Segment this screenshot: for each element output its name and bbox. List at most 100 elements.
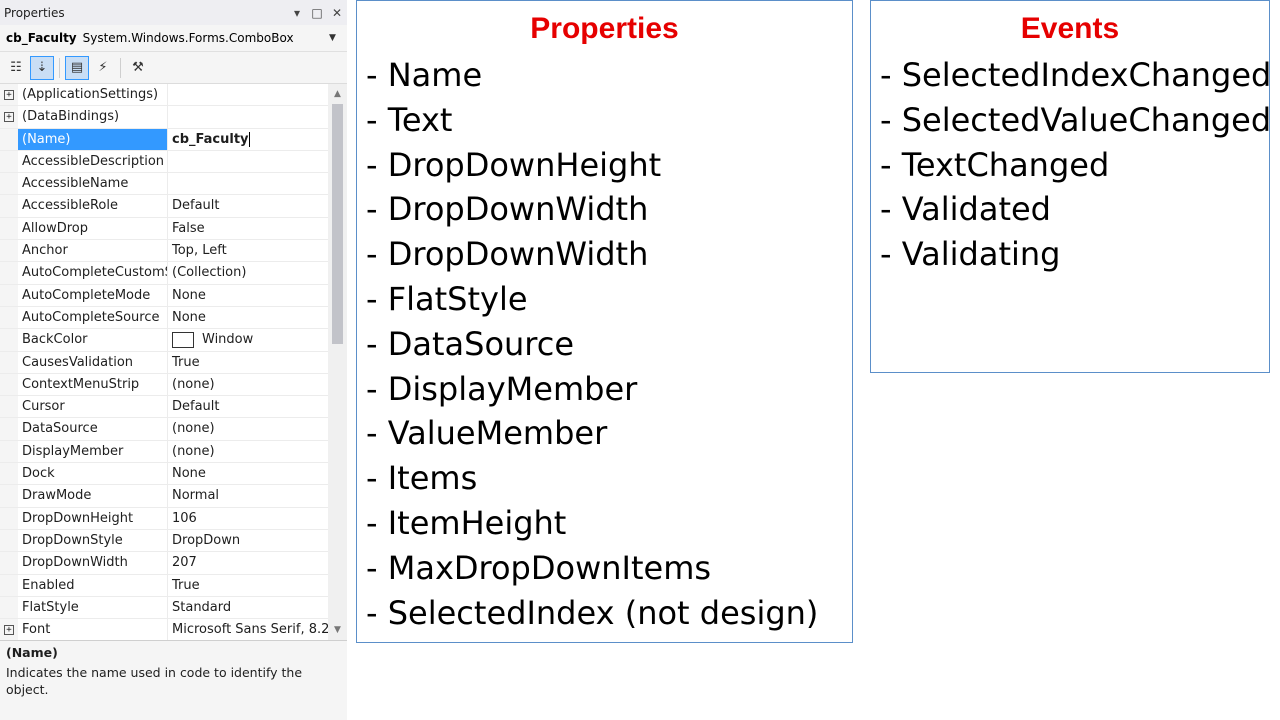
categorized-icon[interactable]: ☷ bbox=[4, 56, 28, 80]
property-row[interactable]: AutoCompleteCustomSource(Collection) bbox=[0, 262, 328, 285]
property-value[interactable]: Window bbox=[168, 329, 328, 350]
property-row[interactable]: AllowDrop False bbox=[0, 217, 328, 241]
property-row[interactable]: AccessibleRole Default bbox=[0, 195, 328, 218]
row-gutter bbox=[0, 284, 18, 306]
properties-icon[interactable]: ▤ bbox=[65, 55, 89, 80]
property-row[interactable]: CausesValidation True bbox=[0, 351, 328, 374]
property-row[interactable]: + (ApplicationSettings) bbox=[0, 84, 328, 107]
property-row[interactable]: ContextMenuStrip (none) bbox=[0, 373, 328, 397]
property-name[interactable]: Enabled bbox=[18, 574, 168, 596]
property-value[interactable]: Standard bbox=[168, 597, 328, 618]
property-name[interactable]: DrawMode bbox=[18, 485, 168, 507]
expand-icon[interactable]: + bbox=[4, 111, 14, 122]
property-row[interactable]: Anchor Top, Left bbox=[0, 240, 328, 263]
property-name[interactable]: FlatStyle bbox=[18, 596, 168, 619]
property-name[interactable]: AutoCompleteCustomSource bbox=[18, 262, 168, 284]
property-row[interactable]: AccessibleDescription bbox=[0, 150, 328, 174]
property-row[interactable]: DrawMode Normal bbox=[0, 485, 328, 508]
property-row[interactable]: AutoCompleteSource None bbox=[0, 306, 328, 330]
maximize-icon[interactable]: □ bbox=[307, 6, 327, 20]
property-value[interactable]: True bbox=[168, 352, 328, 373]
property-value[interactable]: None bbox=[168, 285, 328, 306]
property-name[interactable]: AccessibleName bbox=[18, 173, 168, 195]
property-value[interactable]: (Collection) bbox=[168, 262, 328, 283]
property-row[interactable]: BackColor Window bbox=[0, 329, 328, 352]
scrollbar-thumb[interactable] bbox=[332, 104, 343, 344]
property-name[interactable]: CausesValidation bbox=[18, 351, 168, 373]
property-value[interactable]: None bbox=[168, 307, 328, 328]
row-gutter[interactable]: + bbox=[0, 106, 18, 128]
property-name[interactable]: DropDownStyle bbox=[18, 529, 168, 552]
property-name[interactable]: AllowDrop bbox=[18, 217, 168, 240]
property-name[interactable]: Font bbox=[18, 619, 168, 641]
row-gutter bbox=[0, 128, 18, 150]
close-icon[interactable]: ✕ bbox=[327, 6, 347, 20]
property-name[interactable]: Cursor bbox=[18, 396, 168, 418]
events-list-panel: Events - SelectedIndexChanged - SelectedV… bbox=[870, 0, 1271, 373]
chevron-down-icon[interactable]: ▼ bbox=[329, 33, 347, 43]
property-value[interactable] bbox=[168, 151, 328, 172]
property-row[interactable]: DataSource (none) bbox=[0, 418, 328, 441]
dropdown-icon[interactable]: ▾ bbox=[287, 6, 307, 20]
row-gutter bbox=[0, 507, 18, 529]
property-value[interactable]: Normal bbox=[168, 485, 328, 506]
property-value[interactable]: 207 bbox=[168, 552, 328, 573]
property-row[interactable]: AccessibleName bbox=[0, 173, 328, 196]
scroll-down-icon[interactable]: ▼ bbox=[328, 622, 347, 638]
property-name[interactable]: DisplayMember bbox=[18, 440, 168, 463]
property-value[interactable]: None bbox=[168, 463, 328, 484]
property-name[interactable]: DropDownHeight bbox=[18, 507, 168, 529]
property-row[interactable]: Dock None bbox=[0, 463, 328, 486]
property-value[interactable]: cb_Faculty bbox=[168, 129, 328, 150]
property-row[interactable]: FlatStyle Standard bbox=[0, 596, 328, 620]
property-name[interactable]: AccessibleRole bbox=[18, 195, 168, 217]
property-value[interactable]: Microsoft Sans Serif, 8.25pt bbox=[168, 619, 328, 640]
row-gutter[interactable]: + bbox=[0, 84, 18, 106]
object-selector[interactable]: cb_Faculty System.Windows.Forms.ComboBox… bbox=[0, 25, 347, 52]
property-value[interactable]: Top, Left bbox=[168, 240, 328, 261]
property-row[interactable]: + (DataBindings) bbox=[0, 106, 328, 129]
row-gutter[interactable]: + bbox=[0, 619, 18, 641]
alphabetical-icon[interactable]: ⇣ bbox=[30, 55, 54, 80]
property-value[interactable] bbox=[168, 106, 328, 127]
property-name[interactable]: DataSource bbox=[18, 418, 168, 440]
events-icon[interactable]: ⚡ bbox=[91, 56, 115, 80]
property-value[interactable]: True bbox=[168, 575, 328, 596]
property-value[interactable]: (none) bbox=[168, 441, 328, 462]
property-row[interactable]: DropDownStyle DropDown bbox=[0, 529, 328, 553]
property-name[interactable]: Anchor bbox=[18, 240, 168, 262]
property-row[interactable]: DropDownHeight 106 bbox=[0, 507, 328, 530]
property-name[interactable]: Dock bbox=[18, 463, 168, 485]
vertical-scrollbar[interactable]: ▲ ▼ bbox=[328, 84, 347, 640]
property-row[interactable]: (Name) cb_Faculty bbox=[0, 128, 328, 151]
property-row[interactable]: + FontMicrosoft Sans Serif, 8.25pt bbox=[0, 619, 328, 642]
property-row[interactable]: Enabled True bbox=[0, 574, 328, 597]
property-value[interactable]: (none) bbox=[168, 374, 328, 395]
property-name[interactable]: (ApplicationSettings) bbox=[18, 84, 168, 106]
property-name[interactable]: AccessibleDescription bbox=[18, 150, 168, 173]
property-row[interactable]: DropDownWidth 207 bbox=[0, 552, 328, 575]
expand-icon[interactable]: + bbox=[4, 89, 14, 100]
property-value[interactable]: False bbox=[168, 218, 328, 239]
property-value-text: Normal bbox=[172, 488, 220, 504]
property-value[interactable]: Default bbox=[168, 396, 328, 417]
property-name[interactable]: ContextMenuStrip bbox=[18, 373, 168, 396]
property-name[interactable]: AutoCompleteSource bbox=[18, 306, 168, 329]
property-name[interactable]: (Name) bbox=[18, 128, 168, 150]
property-row[interactable]: Cursor Default bbox=[0, 396, 328, 419]
property-value[interactable] bbox=[168, 84, 328, 105]
expand-icon[interactable]: + bbox=[4, 624, 14, 635]
scroll-up-icon[interactable]: ▲ bbox=[328, 86, 347, 102]
property-value[interactable]: Default bbox=[168, 195, 328, 216]
property-row[interactable]: DisplayMember (none) bbox=[0, 440, 328, 464]
property-row[interactable]: AutoCompleteMode None bbox=[0, 284, 328, 307]
property-value[interactable]: DropDown bbox=[168, 530, 328, 551]
property-pages-icon[interactable]: ⚒ bbox=[126, 56, 150, 80]
property-value[interactable]: 106 bbox=[168, 508, 328, 529]
property-value[interactable]: (none) bbox=[168, 418, 328, 439]
property-name[interactable]: DropDownWidth bbox=[18, 552, 168, 574]
property-name[interactable]: AutoCompleteMode bbox=[18, 284, 168, 306]
property-name[interactable]: BackColor bbox=[18, 329, 168, 351]
property-name[interactable]: (DataBindings) bbox=[18, 106, 168, 128]
property-value[interactable] bbox=[168, 173, 328, 194]
